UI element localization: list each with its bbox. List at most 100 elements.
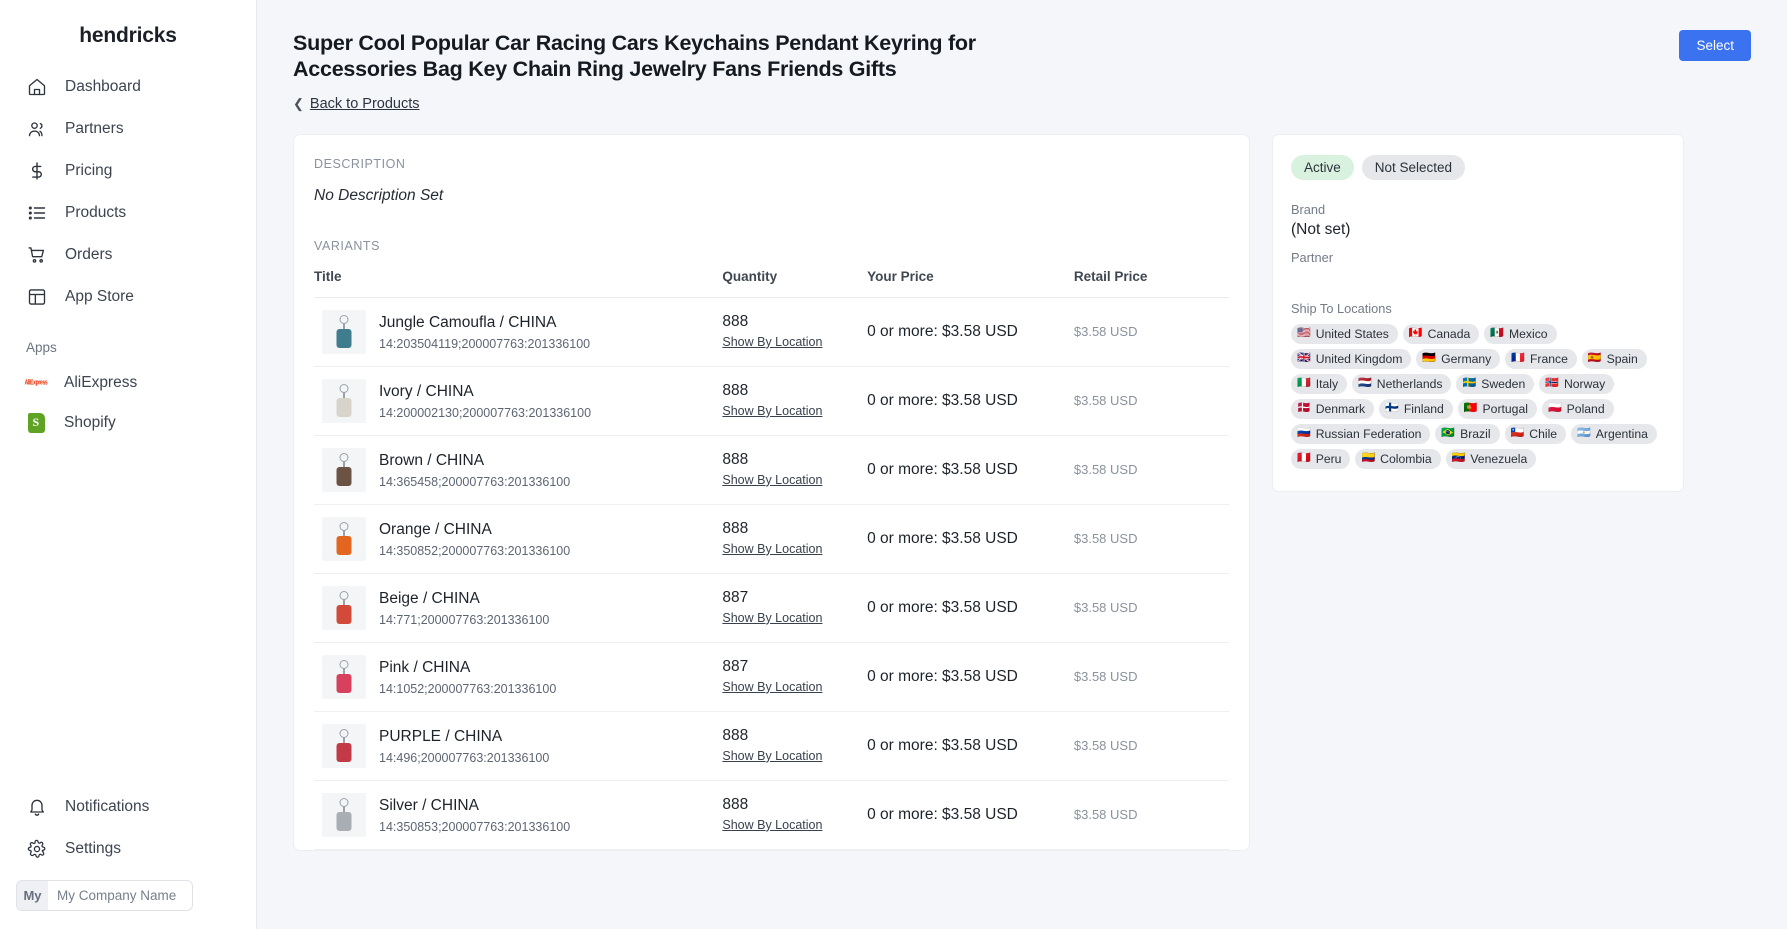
location-name: Spain	[1606, 351, 1638, 366]
variant-retail-price: $3.58 USD	[1073, 366, 1229, 436]
show-by-location-link[interactable]: Show By Location	[722, 473, 822, 487]
location-name: Colombia	[1380, 451, 1432, 466]
variant-title-cell: PURPLE / CHINA 14:496;200007763:201336100	[314, 711, 723, 781]
sidebar-item-shopify[interactable]: Shopify	[0, 403, 256, 443]
company-name-label: My Company Name	[57, 888, 177, 903]
product-info-card: Active Not Selected Brand (Not set) Part…	[1272, 133, 1684, 492]
aliexpress-icon: AliExpress	[24, 372, 48, 394]
variant-thumbnail	[322, 516, 366, 561]
sidebar-footer: Notifications Settings My My Company Nam…	[0, 786, 256, 929]
chevron-left-icon: ❮	[293, 95, 304, 111]
table-header-row: Title Quantity Your Price Retail Price	[314, 268, 1229, 298]
show-by-location-link[interactable]: Show By Location	[722, 749, 822, 763]
column-header-retail-price: Retail Price	[1073, 268, 1229, 298]
variant-quantity-cell: 888 Show By Location	[722, 435, 868, 505]
sidebar-item-partners[interactable]: Partners	[0, 108, 256, 150]
sidebar-item-pricing[interactable]: Pricing	[0, 150, 256, 192]
variant-retail-price: $3.58 USD	[1073, 780, 1229, 850]
variant-quantity-cell: 888 Show By Location	[722, 711, 868, 781]
company-switcher[interactable]: My My Company Name	[16, 880, 193, 911]
flag-icon: 🇵🇹	[1463, 402, 1478, 415]
location-name: Finland	[1403, 401, 1444, 416]
variant-sku: 14:496;200007763:201336100	[379, 750, 550, 765]
variant-quantity-cell: 888 Show By Location	[722, 780, 868, 850]
table-row: PURPLE / CHINA 14:496;200007763:201336100…	[314, 711, 1229, 781]
select-button[interactable]: Select	[1679, 30, 1751, 61]
show-by-location-link[interactable]: Show By Location	[722, 542, 822, 556]
variants-table: Title Quantity Your Price Retail Price J…	[314, 268, 1229, 850]
flag-icon: 🇨🇦	[1408, 327, 1423, 340]
variant-title: Brown / CHINA	[379, 452, 485, 470]
column-header-quantity: Quantity	[722, 268, 868, 298]
variant-quantity-cell: 887 Show By Location	[722, 573, 868, 643]
status-badge-active: Active	[1291, 154, 1354, 180]
location-name: Chile	[1529, 426, 1558, 441]
location-name: Peru	[1315, 451, 1342, 466]
variant-quantity: 888	[722, 795, 749, 813]
flag-icon: 🇧🇷	[1441, 427, 1456, 440]
variant-retail-price: $3.58 USD	[1073, 642, 1229, 712]
variant-your-price: 0 or more: $3.58 USD	[867, 504, 1074, 574]
flag-icon: 🇦🇷	[1577, 427, 1591, 440]
variant-your-price: 0 or more: $3.58 USD	[867, 297, 1074, 367]
location-name: Sweden	[1481, 376, 1526, 391]
ship-to-location-chip: 🇪🇸 Spain	[1581, 348, 1647, 369]
ship-to-location-chip: 🇷🇺 Russian Federation	[1291, 423, 1431, 444]
back-to-products-link[interactable]: ❮ Back to Products	[293, 96, 993, 112]
table-row: Brown / CHINA 14:365458;200007763:2013361…	[314, 435, 1229, 505]
show-by-location-link[interactable]: Show By Location	[722, 818, 822, 832]
home-icon	[26, 77, 47, 98]
page-title: Super Cool Popular Car Racing Cars Keych…	[293, 31, 976, 82]
show-by-location-link[interactable]: Show By Location	[722, 404, 822, 418]
show-by-location-link[interactable]: Show By Location	[722, 335, 822, 349]
show-by-location-link[interactable]: Show By Location	[722, 611, 822, 625]
variant-thumbnail	[322, 309, 366, 354]
location-name: Denmark	[1315, 401, 1366, 416]
variant-title-cell: Pink / CHINA 14:1052;200007763:201336100	[314, 642, 723, 712]
variant-sku: 14:365458;200007763:201336100	[379, 474, 571, 489]
sidebar-item-app-store[interactable]: App Store	[0, 276, 256, 318]
ship-to-locations-label: Ship To Locations	[1291, 300, 1392, 316]
column-header-your-price: Your Price	[867, 268, 1074, 298]
variant-retail-price: $3.58 USD	[1073, 297, 1229, 367]
sidebar-item-products[interactable]: Products	[0, 192, 256, 234]
location-name: Germany	[1441, 351, 1492, 366]
sidebar-item-notifications[interactable]: Notifications	[0, 786, 256, 828]
variant-retail-price: $3.58 USD	[1073, 504, 1229, 574]
variant-your-price: 0 or more: $3.58 USD	[867, 366, 1074, 436]
ship-to-location-chip: 🇳🇴 Norway	[1539, 373, 1615, 394]
variant-thumbnail	[322, 378, 366, 423]
app-root: hendricks Dashboard Partners Pricing Pro…	[0, 0, 1787, 929]
table-row: Silver / CHINA 14:350853;200007763:201336…	[314, 780, 1229, 850]
variant-your-price: 0 or more: $3.58 USD	[867, 780, 1074, 850]
page-header: Super Cool Popular Car Racing Cars Keych…	[257, 0, 1787, 112]
flag-icon: 🇫🇷	[1511, 352, 1525, 365]
ship-to-location-chip: 🇫🇷 France	[1505, 348, 1577, 369]
sidebar-item-dashboard[interactable]: Dashboard	[0, 66, 256, 108]
variant-sku: 14:350852;200007763:201336100	[379, 543, 571, 558]
ship-to-location-chip: 🇻🇪 Venezuela	[1445, 448, 1537, 469]
variant-title-cell: Orange / CHINA 14:350852;200007763:201336…	[314, 504, 723, 574]
variant-quantity: 888	[722, 519, 749, 537]
sidebar-item-aliexpress[interactable]: AliExpress AliExpress	[0, 363, 256, 403]
location-name: Canada	[1427, 326, 1471, 341]
variants-table-body: Jungle Camoufla / CHINA 14:203504119;2000…	[314, 297, 1229, 850]
layout-icon	[26, 287, 47, 308]
ship-to-locations-list: 🇺🇸 United States 🇨🇦 Canada 🇲🇽 Mexico 🇬🇧 United …	[1291, 323, 1665, 469]
sidebar-item-orders[interactable]: Orders	[0, 234, 256, 276]
ship-to-location-chip: 🇨🇦 Canada	[1402, 323, 1480, 344]
flag-icon: 🇬🇧	[1297, 352, 1311, 365]
variant-sku: 14:200002130;200007763:201336100	[379, 405, 592, 420]
sidebar-item-settings[interactable]: Settings	[0, 828, 256, 870]
variant-sku: 14:1052;200007763:201336100	[379, 681, 557, 696]
sidebar-item-label: App Store	[65, 288, 134, 305]
location-name: United Kingdom	[1315, 351, 1403, 366]
description-label: DESCRIPTION	[314, 156, 406, 171]
ship-to-location-chip: 🇸🇪 Sweden	[1456, 373, 1535, 394]
flag-icon: 🇮🇹	[1297, 377, 1311, 390]
description-value: No Description Set	[314, 186, 444, 204]
variant-quantity-cell: 888 Show By Location	[722, 366, 868, 436]
show-by-location-link[interactable]: Show By Location	[722, 680, 822, 694]
dollar-icon	[26, 161, 47, 182]
variant-quantity: 887	[722, 657, 749, 675]
